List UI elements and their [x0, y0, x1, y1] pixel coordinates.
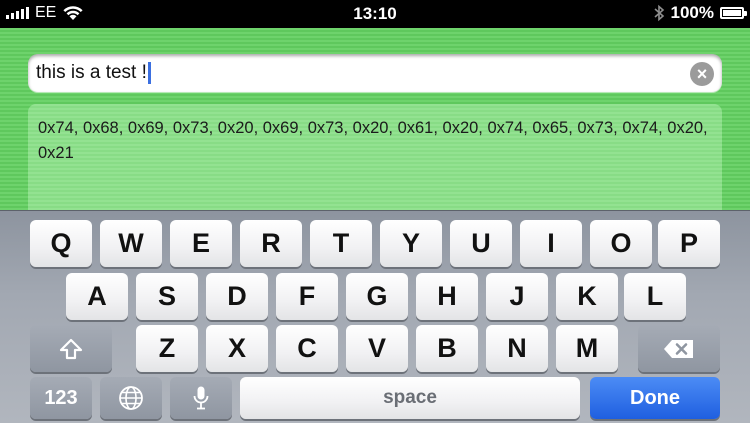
status-bar: EE 13:10 100%	[0, 0, 750, 28]
key-d[interactable]: D	[206, 273, 268, 320]
key-p[interactable]: P	[658, 220, 720, 267]
key-s[interactable]: S	[136, 273, 198, 320]
shift-arrow-icon	[59, 338, 83, 360]
battery-percent: 100%	[670, 3, 714, 22]
key-j[interactable]: J	[486, 273, 548, 320]
bluetooth-icon	[653, 4, 664, 22]
key-a[interactable]: A	[66, 273, 128, 320]
key-r[interactable]: R	[240, 220, 302, 267]
key-n[interactable]: N	[486, 325, 548, 372]
key-h[interactable]: H	[416, 273, 478, 320]
dictation-key[interactable]	[170, 377, 232, 419]
key-o[interactable]: O	[590, 220, 652, 267]
hex-output-text: 0x74, 0x68, 0x69, 0x73, 0x20, 0x69, 0x73…	[38, 119, 708, 162]
main-content: this is a test ! × 0x74, 0x68, 0x69, 0x7…	[0, 28, 750, 210]
key-l[interactable]: L	[624, 273, 686, 320]
input-value: this is a test !	[36, 62, 151, 84]
microphone-icon	[193, 386, 209, 410]
text-input[interactable]: this is a test ! ×	[28, 54, 722, 92]
key-u[interactable]: U	[450, 220, 512, 267]
key-w[interactable]: W	[100, 220, 162, 267]
status-right: 100%	[653, 3, 747, 23]
shift-key[interactable]	[30, 325, 112, 372]
globe-key[interactable]	[100, 377, 162, 419]
key-y[interactable]: Y	[380, 220, 442, 267]
key-m[interactable]: M	[556, 325, 618, 372]
key-e[interactable]: E	[170, 220, 232, 267]
key-q[interactable]: Q	[30, 220, 92, 267]
text-caret	[147, 62, 151, 84]
clear-x-icon[interactable]: ×	[690, 62, 714, 86]
hex-output-panel: 0x74, 0x68, 0x69, 0x73, 0x20, 0x69, 0x73…	[28, 104, 722, 210]
key-b[interactable]: B	[416, 325, 478, 372]
done-button[interactable]: Done	[590, 377, 720, 419]
key-v[interactable]: V	[346, 325, 408, 372]
space-key[interactable]: space	[240, 377, 580, 419]
backspace-key[interactable]	[638, 325, 720, 372]
clock: 13:10	[353, 4, 397, 23]
numbers-key[interactable]: 123	[30, 377, 92, 419]
globe-icon	[119, 386, 143, 410]
key-x[interactable]: X	[206, 325, 268, 372]
key-z[interactable]: Z	[136, 325, 198, 372]
backspace-icon	[664, 340, 693, 358]
key-k[interactable]: K	[556, 273, 618, 320]
key-f[interactable]: F	[276, 273, 338, 320]
key-i[interactable]: I	[520, 220, 582, 267]
key-g[interactable]: G	[346, 273, 408, 320]
battery-icon	[720, 7, 747, 19]
keyboard: Q W E R T Y U I O P A S D F G H J K L Z …	[0, 210, 750, 423]
key-c[interactable]: C	[276, 325, 338, 372]
key-t[interactable]: T	[310, 220, 372, 267]
